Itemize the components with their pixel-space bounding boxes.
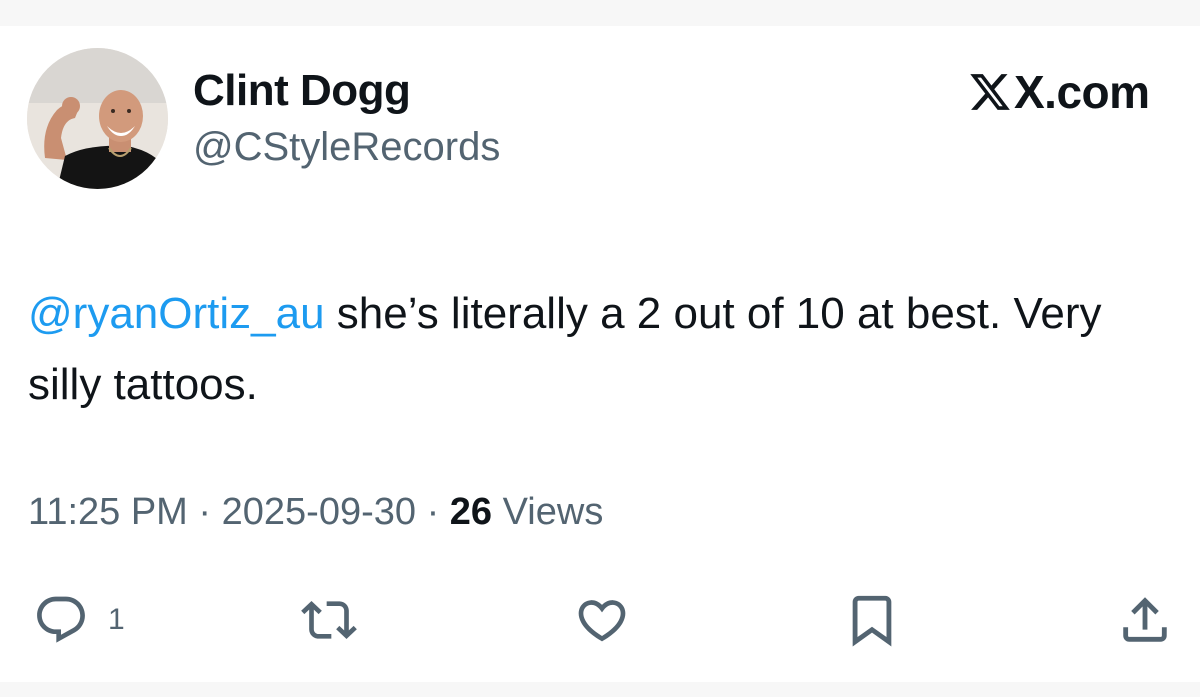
reply-count: 1 <box>108 603 125 636</box>
views-count: 26 <box>449 491 493 533</box>
brand-label: X.com <box>1014 66 1150 118</box>
action-bar: 1 <box>0 590 1200 650</box>
share-icon <box>1123 597 1167 642</box>
reply-button[interactable]: 1 <box>32 590 125 650</box>
tweet-time[interactable]: 11:25 PM <box>28 491 188 533</box>
retweet-button[interactable] <box>298 590 360 650</box>
tweet-text: @ryanOrtiz_au she’s literally a 2 out of… <box>28 278 1168 420</box>
tweet-date[interactable]: 2025-09-30 <box>222 491 416 533</box>
bookmark-icon <box>852 595 892 647</box>
profile-photo <box>27 48 168 189</box>
bottom-edge <box>0 682 1200 697</box>
reply-icon <box>37 596 85 643</box>
meta-separator: · <box>416 491 450 533</box>
tweet-meta: 11:25 PM · 2025-09-30 · 26 Views <box>28 491 603 534</box>
top-edge <box>0 0 1200 26</box>
meta-separator: · <box>187 491 222 533</box>
retweet-icon <box>301 601 357 639</box>
views-label: Views <box>492 491 604 533</box>
like-button[interactable] <box>573 590 631 650</box>
share-button[interactable] <box>1116 590 1174 650</box>
user-handle[interactable]: @CStyleRecords <box>193 125 500 170</box>
mention-link[interactable]: @ryanOrtiz_au <box>28 289 325 338</box>
avatar[interactable] <box>27 48 168 189</box>
display-name[interactable]: Clint Dogg <box>193 66 411 116</box>
x-logo-icon <box>970 74 1010 110</box>
heart-icon <box>578 600 626 642</box>
bookmark-button[interactable] <box>843 590 901 650</box>
brand-watermark: X.com <box>968 66 1150 118</box>
